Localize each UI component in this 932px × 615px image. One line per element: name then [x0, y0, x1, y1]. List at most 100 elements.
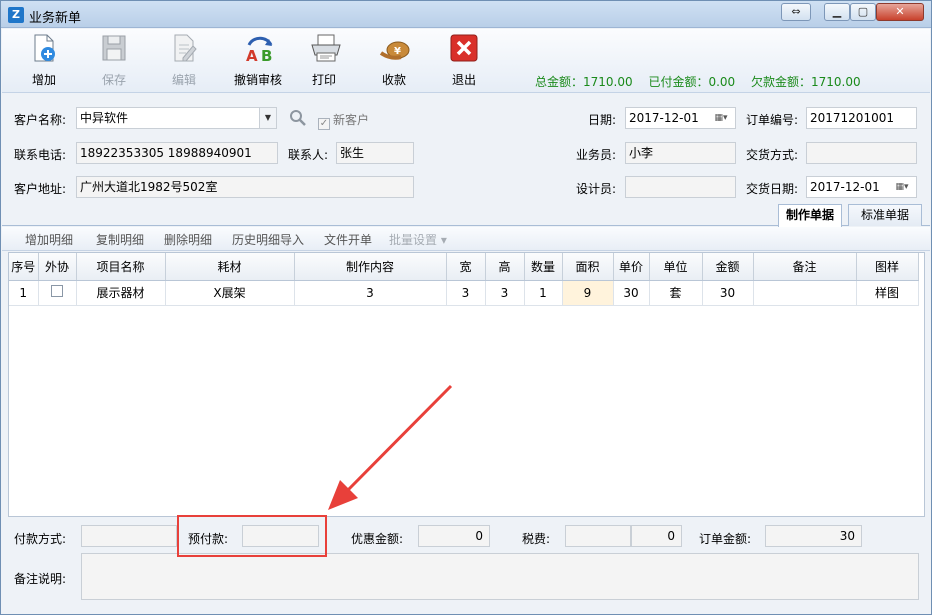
phone-label: 联系电话:: [14, 148, 67, 162]
payment-method-field[interactable]: [81, 525, 177, 547]
column-header[interactable]: 图样: [856, 253, 919, 281]
column-header[interactable]: 项目名称: [76, 253, 166, 281]
column-header[interactable]: 数量: [524, 253, 563, 281]
calendar-dropdown-icon[interactable]: ▦▾: [889, 178, 915, 196]
tab-standard-document[interactable]: 标准单据: [848, 204, 922, 226]
salesman-value: 小李: [629, 146, 654, 160]
minimize-button[interactable]: ▁: [824, 3, 850, 21]
edit-button[interactable]: 编辑: [154, 33, 214, 91]
batch-settings-menu[interactable]: 批量设置 ▾: [389, 231, 447, 248]
customer-select[interactable]: 中异软件 ▼: [76, 107, 277, 129]
discount-field[interactable]: 0: [418, 525, 490, 547]
pattern-cell[interactable]: 样图: [856, 280, 919, 306]
svg-text:B: B: [261, 47, 272, 63]
delivery-date-label: 交货日期:: [746, 182, 799, 196]
salesman-field[interactable]: 小李: [625, 142, 736, 164]
add-button[interactable]: 增加: [14, 33, 74, 91]
search-icon[interactable]: [289, 109, 307, 127]
column-header[interactable]: 面积: [562, 253, 614, 281]
main-toolbar: 增加 保存 编辑 AB 撤销审核 打印 ¥ 收款 退出 总金额：1710.00 …: [2, 29, 930, 93]
customer-value: 中异软件: [80, 111, 129, 125]
column-header[interactable]: 序号: [9, 253, 39, 281]
new-customer-checkbox[interactable]: ✓ 新客户: [318, 111, 369, 130]
designer-field[interactable]: [625, 176, 736, 198]
table-row[interactable]: 1 展示器材 X展架 3 3 3 1 9 30 套 30 样图: [9, 280, 919, 306]
order-number-field[interactable]: 20171201001: [806, 107, 917, 129]
copy-detail-button[interactable]: 复制明细: [96, 231, 144, 248]
delivery-method-field[interactable]: [806, 142, 917, 164]
svg-text:¥: ¥: [394, 46, 401, 57]
width-cell[interactable]: 3: [446, 280, 486, 306]
order-amount-value: 30: [839, 529, 855, 543]
order-detail-grid: 序号 外协 项目名称 耗材 制作内容 宽 高 数量 面积 单价 单位 金额 备注…: [8, 252, 925, 517]
customer-label: 客户名称:: [14, 113, 67, 127]
receive-payment-button-label: 收款: [381, 73, 406, 87]
content-cell[interactable]: 3: [294, 280, 447, 306]
undo-review-button[interactable]: AB 撤销审核: [224, 33, 292, 91]
new-customer-label: 新客户: [333, 113, 370, 127]
outsourced-cell[interactable]: [38, 280, 77, 306]
date-picker[interactable]: 2017-12-01 ▦▾: [625, 107, 736, 129]
calendar-dropdown-icon[interactable]: ▦▾: [708, 109, 734, 127]
column-header[interactable]: 单价: [613, 253, 650, 281]
add-detail-button[interactable]: 增加明细: [25, 231, 73, 248]
tab-production-document[interactable]: 制作单据: [778, 204, 842, 227]
restore-down-icon[interactable]: ⇔: [781, 3, 811, 21]
column-header[interactable]: 耗材: [165, 253, 295, 281]
checkbox-checked-icon: ✓: [318, 118, 330, 130]
grid-header-row: 序号 外协 项目名称 耗材 制作内容 宽 高 数量 面积 单价 单位 金额 备注…: [9, 253, 919, 281]
paid-amount-text: 已付金额：0.00: [648, 75, 736, 89]
delete-detail-button[interactable]: 删除明细: [164, 231, 212, 248]
project-cell[interactable]: 展示器材: [76, 280, 166, 306]
chevron-down-icon[interactable]: ▼: [259, 108, 276, 128]
floppy-disk-icon: [99, 33, 129, 63]
delivery-method-label: 交货方式:: [746, 148, 799, 162]
order-amount-field[interactable]: 30: [765, 525, 862, 547]
column-header[interactable]: 高: [485, 253, 525, 281]
close-window-button[interactable]: ✕: [876, 3, 924, 21]
column-header[interactable]: 宽: [446, 253, 486, 281]
app-logo-icon: Z: [8, 7, 24, 23]
file-order-button[interactable]: 文件开单: [324, 231, 372, 248]
title-bar: Z 业务新单 ⇔ ▁ ▢ ✕: [1, 1, 931, 28]
save-button[interactable]: 保存: [84, 33, 144, 91]
owed-amount-text: 欠款金额：1710.00: [751, 75, 861, 89]
amount-cell[interactable]: 30: [702, 280, 754, 306]
printer-icon: [309, 33, 341, 63]
height-cell[interactable]: 3: [485, 280, 525, 306]
column-header[interactable]: 金额: [702, 253, 754, 281]
maximize-button[interactable]: ▢: [850, 3, 876, 21]
exit-button-label: 退出: [451, 73, 476, 87]
tax-rate-field[interactable]: [565, 525, 631, 547]
payment-summary-form: 付款方式: 预付款: 优惠金额: 0 税费: 0 订单金额: 30 备注说明:: [2, 518, 930, 614]
column-header[interactable]: 外协: [38, 253, 77, 281]
contact-value: 张生: [340, 146, 365, 160]
address-field[interactable]: 广州大道北1982号502室: [76, 176, 414, 198]
tax-amount-field[interactable]: 0: [631, 525, 682, 547]
unit-cell[interactable]: 套: [649, 280, 703, 306]
remark-cell[interactable]: [753, 280, 857, 306]
phone-field[interactable]: 18922353305 18988940901: [76, 142, 278, 164]
remark-textarea[interactable]: [81, 553, 919, 600]
column-header[interactable]: 制作内容: [294, 253, 447, 281]
order-header-form: 客户名称: 中异软件 ▼ ✓ 新客户 日期: 2017-12-01 ▦▾ 订单编号…: [2, 94, 930, 206]
svg-text:A: A: [246, 47, 258, 63]
unit-price-cell[interactable]: 30: [613, 280, 650, 306]
document-tabs: 制作单据 标准单据: [2, 204, 930, 227]
quantity-cell[interactable]: 1: [524, 280, 563, 306]
area-cell[interactable]: 9: [562, 280, 614, 306]
import-history-detail-button[interactable]: 历史明细导入: [232, 231, 304, 248]
exit-button[interactable]: 退出: [434, 33, 494, 91]
column-header[interactable]: 备注: [753, 253, 857, 281]
outsourced-checkbox[interactable]: [51, 285, 63, 297]
receive-payment-button[interactable]: ¥ 收款: [364, 33, 424, 91]
date-label: 日期:: [588, 113, 617, 127]
material-cell[interactable]: X展架: [165, 280, 295, 306]
order-number-label: 订单编号:: [746, 113, 799, 127]
column-header[interactable]: 单位: [649, 253, 703, 281]
ab-undo-review-icon: AB: [243, 33, 273, 65]
payment-method-label: 付款方式:: [14, 532, 67, 546]
delivery-date-picker[interactable]: 2017-12-01 ▦▾: [806, 176, 917, 198]
print-button[interactable]: 打印: [294, 33, 354, 91]
contact-field[interactable]: 张生: [336, 142, 414, 164]
